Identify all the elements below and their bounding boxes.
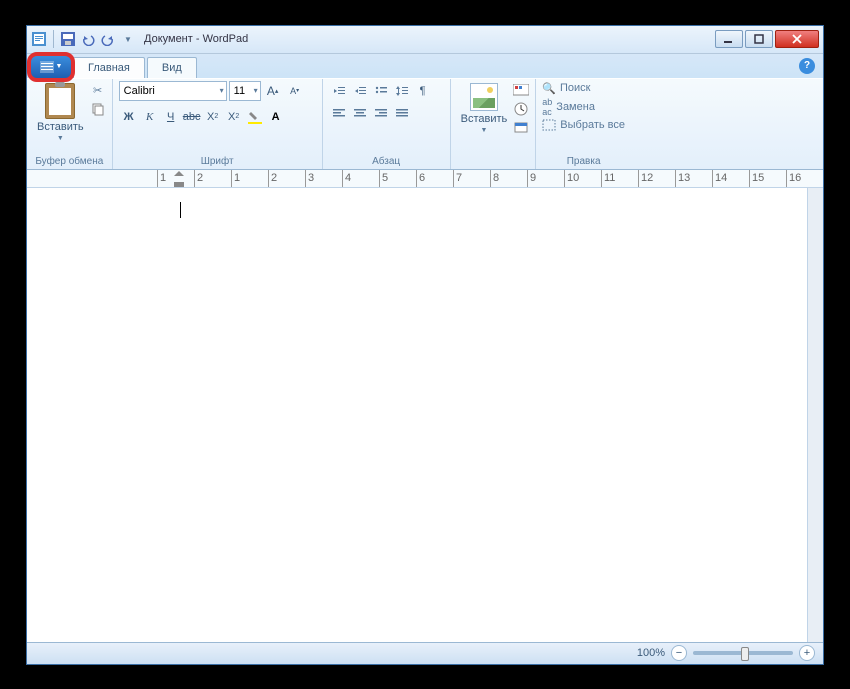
- window-title: Документ - WordPad: [144, 33, 248, 45]
- insert-object-icon[interactable]: [513, 119, 529, 135]
- find-icon: 🔍: [542, 82, 556, 95]
- find-button[interactable]: 🔍Поиск: [542, 81, 625, 96]
- zoom-out-button[interactable]: −: [671, 645, 687, 661]
- align-center-icon[interactable]: [350, 103, 370, 123]
- align-right-icon[interactable]: [371, 103, 391, 123]
- group-editing: 🔍Поиск abacЗамена Выбрать все Правка: [536, 79, 631, 169]
- statusbar: 100% − +: [27, 642, 823, 664]
- close-button[interactable]: [775, 30, 819, 48]
- save-icon[interactable]: [60, 31, 76, 47]
- app-window: ▼ Документ - WordPad ▼ Главная Вид ? Вст…: [26, 25, 824, 665]
- datetime-icon[interactable]: [513, 101, 529, 117]
- paragraph-icon[interactable]: ¶: [413, 81, 433, 101]
- group-insert: Вставить ▼: [451, 79, 537, 169]
- italic-button[interactable]: К: [140, 107, 160, 127]
- paste-button[interactable]: Вставить ▼: [33, 81, 88, 144]
- tab-view[interactable]: Вид: [147, 57, 197, 78]
- highlight-color-button[interactable]: [245, 107, 265, 127]
- insert-picture-button[interactable]: Вставить ▼: [457, 81, 512, 136]
- document-area: [27, 188, 823, 642]
- justify-icon[interactable]: [392, 103, 412, 123]
- font-size-combo[interactable]: 11: [229, 81, 261, 101]
- vertical-scrollbar[interactable]: [807, 188, 823, 642]
- decrease-indent-icon[interactable]: [329, 81, 349, 101]
- font-color-button[interactable]: A: [266, 107, 286, 127]
- maximize-button[interactable]: [745, 30, 773, 48]
- strikethrough-button[interactable]: abc: [182, 107, 202, 127]
- document-canvas[interactable]: [27, 188, 807, 642]
- bold-button[interactable]: Ж: [119, 107, 139, 127]
- zoom-slider[interactable]: [693, 651, 793, 655]
- wordpad-icon: [31, 31, 47, 47]
- underline-button[interactable]: Ч: [161, 107, 181, 127]
- select-all-icon: [542, 119, 556, 131]
- line-spacing-icon[interactable]: [392, 81, 412, 101]
- cut-icon[interactable]: ✂: [90, 83, 106, 99]
- select-all-button[interactable]: Выбрать все: [542, 118, 625, 132]
- qat-dropdown-icon[interactable]: ▼: [120, 31, 136, 47]
- align-left-icon[interactable]: [329, 103, 349, 123]
- ribbon-tabs: ▼ Главная Вид ?: [27, 54, 823, 78]
- file-menu-button[interactable]: ▼: [31, 56, 71, 78]
- quick-access-toolbar: ▼: [31, 30, 136, 48]
- group-paragraph: ¶ Абзац: [323, 79, 451, 169]
- shrink-font-icon[interactable]: A▾: [285, 81, 305, 101]
- zoom-level: 100%: [637, 647, 665, 659]
- tab-home[interactable]: Главная: [73, 57, 145, 78]
- ribbon: Вставить ▼ ✂ Буфер обмена Calibri 11 A▴ …: [27, 78, 823, 170]
- copy-icon[interactable]: [90, 101, 106, 117]
- increase-indent-icon[interactable]: [350, 81, 370, 101]
- superscript-button[interactable]: X2: [224, 107, 244, 127]
- replace-icon: abac: [542, 97, 552, 117]
- subscript-button[interactable]: X2: [203, 107, 223, 127]
- window-controls: [713, 30, 819, 48]
- group-font: Calibri 11 A▴ A▾ Ж К Ч abc X2 X2 A Шрифт: [113, 79, 323, 169]
- grow-font-icon[interactable]: A▴: [263, 81, 283, 101]
- redo-icon[interactable]: [100, 31, 116, 47]
- replace-button[interactable]: abacЗамена: [542, 96, 625, 118]
- minimize-button[interactable]: [715, 30, 743, 48]
- bullets-icon[interactable]: [371, 81, 391, 101]
- help-icon[interactable]: ?: [799, 58, 815, 74]
- picture-icon: [470, 83, 498, 111]
- clipboard-icon: [45, 83, 75, 119]
- titlebar: ▼ Документ - WordPad: [27, 26, 823, 54]
- ruler[interactable]: 121234567891011121314151617: [27, 170, 823, 188]
- zoom-in-button[interactable]: +: [799, 645, 815, 661]
- font-name-combo[interactable]: Calibri: [119, 81, 227, 101]
- group-clipboard: Вставить ▼ ✂ Буфер обмена: [27, 79, 113, 169]
- undo-icon[interactable]: [80, 31, 96, 47]
- text-cursor: [180, 202, 181, 218]
- paint-drawing-icon[interactable]: [513, 83, 529, 99]
